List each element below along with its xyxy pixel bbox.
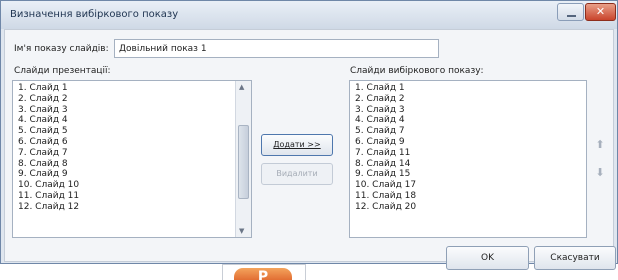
custom-show-dialog: Визначення вибіркового показу ✕ Ім'я пок… — [0, 0, 618, 270]
minimize-icon — [567, 15, 576, 17]
scroll-down-icon[interactable]: ▼ — [239, 227, 244, 235]
list-item[interactable]: 9. Слайд 15 — [355, 169, 586, 180]
presentation-slides-label: Слайди презентації: — [14, 66, 111, 76]
remove-slides-button[interactable]: Видалити — [261, 163, 333, 185]
presentation-slides-list[interactable]: 1. Слайд 1 2. Слайд 2 3. Слайд 3 4. Слай… — [12, 80, 252, 238]
list-item[interactable]: 1. Слайд 1 — [355, 83, 586, 94]
add-slides-label: Додати >> — [273, 140, 321, 149]
powerpoint-logo-icon: P — [222, 264, 306, 280]
list-item[interactable]: 3. Слайд 3 — [18, 105, 251, 116]
list-item[interactable]: 4. Слайд 4 — [18, 115, 251, 126]
list-item[interactable]: 1. Слайд 1 — [18, 83, 251, 94]
list-item[interactable]: 7. Слайд 11 — [355, 148, 586, 159]
arrow-down-icon: ⬇ — [595, 166, 605, 179]
close-icon: ✕ — [595, 5, 606, 18]
list-item[interactable]: 8. Слайд 14 — [355, 159, 586, 170]
close-button[interactable]: ✕ — [585, 3, 616, 21]
list-item[interactable]: 7. Слайд 7 — [18, 148, 251, 159]
list-item[interactable]: 5. Слайд 7 — [355, 126, 586, 137]
remove-slides-label: Видалити — [276, 169, 318, 178]
add-slides-button[interactable]: Додати >> — [261, 134, 333, 156]
scrollbar-thumb[interactable] — [238, 125, 249, 199]
list-item[interactable]: 9. Слайд 9 — [18, 169, 251, 180]
minimize-button[interactable] — [557, 3, 584, 21]
dialog-title: Визначення вибіркового показу — [10, 9, 179, 20]
list-item[interactable]: 4. Слайд 4 — [355, 115, 586, 126]
list-item[interactable]: 11. Слайд 18 — [355, 191, 586, 202]
list-item[interactable]: 6. Слайд 9 — [355, 137, 586, 148]
move-down-button[interactable]: ⬇ — [593, 164, 607, 182]
list-item[interactable]: 10. Слайд 17 — [355, 180, 586, 191]
custom-show-slides-label: Слайди вибіркового показу: — [350, 66, 484, 76]
cancel-button[interactable]: Скасувати — [534, 246, 616, 270]
custom-show-slides-list[interactable]: 1. Слайд 1 2. Слайд 2 3. Слайд 3 4. Слай… — [349, 80, 587, 238]
presentation-slides-scrollbar[interactable]: ▲ ▼ — [235, 81, 251, 237]
show-name-label: Ім'я показу слайдів: — [14, 44, 109, 54]
list-item[interactable]: 8. Слайд 8 — [18, 159, 251, 170]
list-item[interactable]: 5. Слайд 5 — [18, 126, 251, 137]
list-item[interactable]: 12. Слайд 20 — [355, 202, 586, 213]
list-item[interactable]: 2. Слайд 2 — [355, 94, 586, 105]
arrow-up-icon: ⬆ — [595, 138, 605, 151]
ok-button[interactable]: OK — [446, 246, 529, 270]
list-item[interactable]: 11. Слайд 11 — [18, 191, 251, 202]
ok-label: OK — [481, 253, 494, 263]
scroll-up-icon[interactable]: ▲ — [239, 83, 244, 91]
show-name-value: Довільний показ 1 — [119, 44, 207, 54]
list-item[interactable]: 6. Слайд 6 — [18, 137, 251, 148]
list-item[interactable]: 10. Слайд 10 — [18, 180, 251, 191]
show-name-input[interactable]: Довільний показ 1 — [114, 39, 439, 58]
list-item[interactable]: 2. Слайд 2 — [18, 94, 251, 105]
move-up-button[interactable]: ⬆ — [593, 136, 607, 154]
list-item[interactable]: 3. Слайд 3 — [355, 105, 586, 116]
list-item[interactable]: 12. Слайд 12 — [18, 202, 251, 213]
cancel-label: Скасувати — [550, 253, 600, 263]
title-bar[interactable]: Визначення вибіркового показу ✕ — [1, 1, 617, 29]
